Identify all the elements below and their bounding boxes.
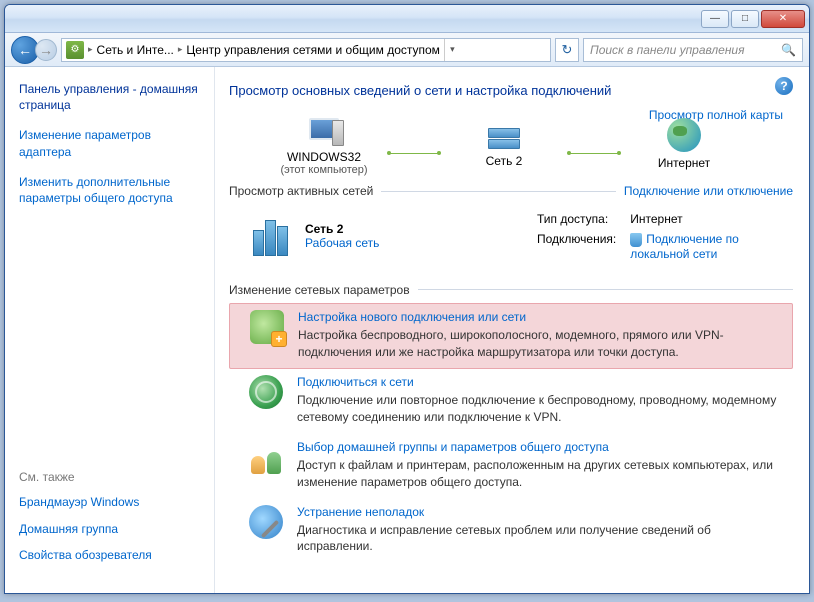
breadcrumb-network[interactable]: Сеть и Инте... <box>97 43 174 57</box>
connections-label: Подключения: <box>531 230 622 263</box>
computer-icon <box>304 112 344 146</box>
main-content: ? Просмотр основных сведений о сети и на… <box>215 67 809 593</box>
map-node-computer[interactable]: WINDOWS32 (этот компьютер) <box>259 112 389 176</box>
maximize-button[interactable]: □ <box>731 10 759 28</box>
connection-line-icon <box>569 153 619 154</box>
search-input[interactable]: Поиск в панели управления <box>583 38 803 62</box>
chevron-right-icon: ▸ <box>178 44 183 55</box>
map-node-internet[interactable]: Интернет <box>619 118 749 170</box>
task-title: Подключиться к сети <box>297 375 785 389</box>
task-title: Выбор домашней группы и параметров общег… <box>297 440 785 454</box>
breadcrumb-sharing-center[interactable]: Центр управления сетями и общим доступом <box>186 43 440 57</box>
task-desc: Диагностика и исправление сетевых пробле… <box>297 522 785 556</box>
refresh-button[interactable]: ↻ <box>555 38 579 62</box>
lan-connection-link[interactable]: Подключение по локальной сети <box>630 232 739 261</box>
homegroup-icon <box>249 440 283 474</box>
address-bar[interactable]: ⚙ ▸ Сеть и Инте... ▸ Центр управления се… <box>61 38 551 62</box>
task-desc: Подключение или повторное подключение к … <box>297 392 785 426</box>
control-panel-home-link[interactable]: Панель управления - домашняя страница <box>19 81 204 113</box>
network-map: Просмотр полной карты WINDOWS32 (этот ко… <box>259 112 783 176</box>
close-button[interactable]: ✕ <box>761 10 805 28</box>
troubleshoot-icon <box>249 505 283 539</box>
change-settings-section: Изменение сетевых параметров <box>229 283 793 297</box>
new-connection-icon <box>250 310 284 344</box>
network-name-label: Сеть 2 <box>486 154 523 168</box>
full-map-link[interactable]: Просмотр полной карты <box>649 108 783 122</box>
navbar: ← → ⚙ ▸ Сеть и Инте... ▸ Центр управлени… <box>5 33 809 67</box>
address-dropdown[interactable]: ▾ <box>444 39 460 61</box>
control-panel-icon: ⚙ <box>66 41 84 59</box>
task-title: Устранение неполадок <box>297 505 785 519</box>
connect-disconnect-link[interactable]: Подключение или отключение <box>624 184 793 198</box>
task-connect-network[interactable]: Подключиться к сети Подключение или повт… <box>229 369 793 434</box>
task-desc: Настройка беспроводного, широкополосного… <box>298 327 784 361</box>
minimize-button[interactable]: — <box>701 10 729 28</box>
sidebar: Панель управления - домашняя страница Из… <box>5 67 215 593</box>
firewall-link[interactable]: Брандмауэр Windows <box>19 494 204 510</box>
network-name: Сеть 2 <box>305 222 379 236</box>
internet-label: Интернет <box>658 156 710 170</box>
work-network-icon <box>249 216 291 256</box>
connect-network-icon <box>249 375 283 409</box>
access-type-value: Интернет <box>624 210 791 228</box>
adapter-settings-link[interactable]: Изменение параметров адаптера <box>19 127 204 159</box>
see-also-label: См. также <box>19 470 204 484</box>
change-settings-label: Изменение сетевых параметров <box>229 283 410 297</box>
network-type-link[interactable]: Рабочая сеть <box>305 236 379 250</box>
internet-options-link[interactable]: Свойства обозревателя <box>19 547 204 563</box>
advanced-sharing-link[interactable]: Изменить дополнительные параметры общего… <box>19 174 204 206</box>
task-homegroup[interactable]: Выбор домашней группы и параметров общег… <box>229 434 793 499</box>
computer-name-label: WINDOWS32 <box>287 150 361 164</box>
titlebar: — □ ✕ <box>5 5 809 33</box>
task-new-connection[interactable]: Настройка нового подключения или сети На… <box>229 303 793 370</box>
forward-button[interactable]: → <box>35 39 57 61</box>
page-title: Просмотр основных сведений о сети и наст… <box>229 83 793 98</box>
this-computer-label: (этот компьютер) <box>280 164 367 176</box>
connection-line-icon <box>389 153 439 154</box>
task-title: Настройка нового подключения или сети <box>298 310 784 324</box>
globe-icon <box>667 118 701 152</box>
chevron-right-icon: ▸ <box>88 44 93 55</box>
task-troubleshoot[interactable]: Устранение неполадок Диагностика и испра… <box>229 499 793 564</box>
active-networks-section: Просмотр активных сетей Подключение или … <box>229 184 793 198</box>
access-type-label: Тип доступа: <box>531 210 622 228</box>
ethernet-icon <box>630 233 642 247</box>
active-networks-label: Просмотр активных сетей <box>229 184 373 198</box>
network-switch-icon <box>486 120 522 150</box>
help-icon[interactable]: ? <box>775 77 793 95</box>
homegroup-link[interactable]: Домашняя группа <box>19 521 204 537</box>
task-desc: Доступ к файлам и принтерам, расположенн… <box>297 457 785 491</box>
window: — □ ✕ ← → ⚙ ▸ Сеть и Инте... ▸ Центр упр… <box>4 4 810 594</box>
map-node-network[interactable]: Сеть 2 <box>439 120 569 168</box>
